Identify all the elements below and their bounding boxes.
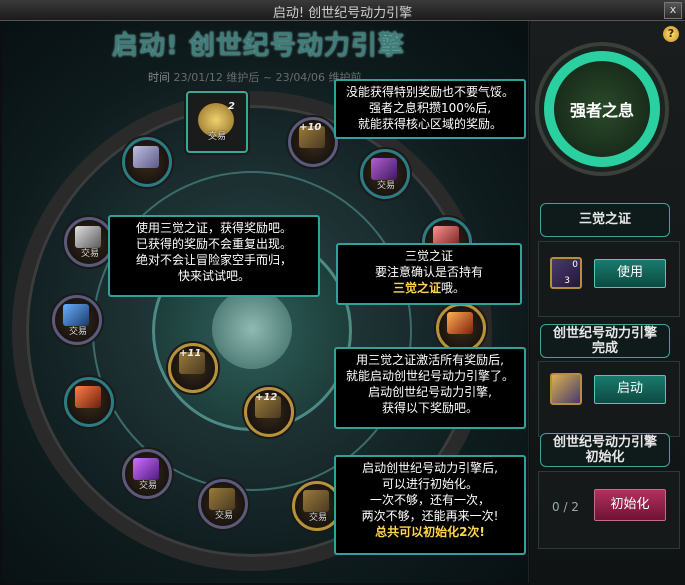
tip-text: 哦。 [441, 281, 466, 295]
trade-label: 交易 [215, 511, 234, 521]
trade-label: 交易 [69, 327, 88, 337]
tip-highlight: 总共可以初始化2次! [375, 525, 485, 539]
tip-line: 已获得的奖励不会重复出现。 [135, 237, 292, 251]
reward-box-icon [209, 488, 235, 510]
use-button[interactable]: 使用 [594, 259, 666, 288]
tip-line: 就能获得核心区域的奖励。 [357, 117, 502, 131]
complete-title-line: 创世纪号动力引擎 [552, 326, 657, 341]
sidebar: ? 强者之息 三觉之证 0 3 使用 创世纪号动力引擎 完成 启动 创世纪号动力… [530, 21, 685, 585]
item-badge: 0 [572, 260, 578, 270]
reset-button[interactable]: 初始化 [594, 489, 666, 521]
trade-label: 交易 [377, 181, 396, 191]
reset-title-line: 初始化 [585, 450, 625, 465]
scroll-icon [133, 146, 159, 168]
reward-node-3[interactable]: 交易 [360, 149, 410, 199]
reset-panel-title: 创世纪号动力引擎 初始化 [540, 433, 670, 467]
tip-line: 两次不够，还能再来一次! [361, 509, 499, 523]
reward-node-8[interactable]: +11 [168, 343, 218, 393]
tip-line: 一次不够，还有一次， [369, 493, 490, 507]
reward-node-2[interactable]: +10 [288, 117, 338, 167]
tip-line: 可以进行初始化。 [381, 477, 478, 491]
reward-node-11[interactable]: 交易 [122, 449, 172, 499]
upgrade-plus-label: +10 [299, 122, 322, 133]
reward-node-top[interactable]: 2 交易 [186, 91, 248, 153]
time-label: 时间 [148, 71, 170, 84]
proof-item-slot[interactable]: 0 3 [550, 257, 582, 289]
tip-line: 强者之息积攒100%后, [368, 101, 492, 115]
tip-line: 使用三觉之证，获得奖励吧。 [135, 221, 292, 235]
complete-title-line: 完成 [591, 341, 618, 356]
trade-label: 交易 [309, 513, 328, 523]
reward-node-6[interactable]: 交易 [52, 295, 102, 345]
start-button[interactable]: 启动 [594, 375, 666, 404]
proof-panel-title: 三觉之证 [540, 203, 670, 237]
reward-node-4[interactable]: 交易 [64, 217, 114, 267]
reward-count: 2 [228, 101, 235, 112]
tip-line: 三觉之证哦。 [344, 280, 514, 296]
tooltip-activate: 用三觉之证激活所有奖励后, 就能启动创世纪号动力引擎了。 启动创世纪号动力引擎,… [334, 347, 526, 429]
proof-title: 三觉之证 [578, 212, 631, 227]
tip-line: 就能启动创世纪号动力引擎了。 [345, 369, 514, 383]
reward-node-7[interactable] [436, 303, 486, 353]
tooltip-use-proof: 使用三觉之证，获得奖励吧。 已获得的奖励不会重复出现。 绝对不会让冒险家空手而归… [108, 215, 320, 297]
flame-icon [447, 312, 473, 334]
tip-line: 三觉之证 [404, 249, 453, 263]
reward-box-icon [303, 490, 329, 512]
reward-node-1[interactable] [122, 137, 172, 187]
upgrade-plus-label: +12 [255, 392, 278, 403]
trade-label: 交易 [139, 481, 158, 491]
trade-label: 交易 [81, 249, 100, 259]
upgrade-plus-label: +11 [179, 348, 202, 359]
tip-line: 用三觉之证激活所有奖励后, [356, 353, 504, 367]
close-button[interactable]: x [664, 2, 682, 19]
core-orb [212, 289, 292, 369]
tip-line: 绝对不会让冒险家空手而归， [135, 253, 292, 267]
tip-highlight: 三觉之证 [392, 281, 441, 295]
gauge-label: 强者之息 [569, 101, 634, 120]
tip-line: 启动创世纪号动力引擎后, [362, 461, 498, 475]
tip-line: 启动创世纪号动力引擎, [368, 385, 492, 399]
reset-title-line: 创世纪号动力引擎 [552, 435, 657, 450]
help-icon[interactable]: ? [663, 26, 679, 42]
window-titlebar: 启动! 创世纪号动力引擎 x [0, 0, 685, 21]
reward-node-10[interactable] [64, 377, 114, 427]
trade-label: 交易 [208, 132, 227, 142]
window-title: 启动! 创世纪号动力引擎 [272, 6, 413, 21]
item-count: 3 [564, 276, 570, 286]
tooltip-core-reward: 没能获得特别奖励也不要气馁。 强者之息积攒100%后, 就能获得核心区域的奖励。 [334, 79, 526, 139]
blade-icon [63, 304, 89, 326]
tip-line: 快来试试吧。 [177, 269, 250, 283]
chest-icon [75, 386, 101, 408]
gem-icon [371, 158, 397, 180]
event-heading: 启动! 创世纪号动力引擎 [112, 31, 405, 61]
reward-node-12[interactable]: 交易 [198, 479, 248, 529]
tip-line: 没能获得特别奖励也不要气馁。 [345, 85, 514, 99]
potion-icon [133, 458, 159, 480]
strength-gauge[interactable]: 强者之息 [544, 51, 660, 167]
reward-node-9[interactable]: +12 [244, 387, 294, 437]
reset-counter: 0 / 2 [552, 500, 579, 514]
sword-icon [75, 226, 101, 248]
event-time: 时间 23/01/12 维护后 ~ 23/04/06 维护前 [148, 69, 362, 85]
tip-line: 要注意确认是否持有 [374, 265, 483, 279]
tooltip-reset: 启动创世纪号动力引擎后, 可以进行初始化。 一次不够，还有一次， 两次不够，还能… [334, 455, 526, 555]
tooltip-proof-check: 三觉之证 要注意确认是否持有 三觉之证哦。 [336, 243, 522, 305]
tip-line: 获得以下奖励吧。 [381, 401, 478, 415]
complete-panel-title: 创世纪号动力引擎 完成 [540, 324, 670, 358]
engine-board: 启动! 创世纪号动力引擎 时间 23/01/12 维护后 ~ 23/04/06 … [2, 21, 529, 583]
engine-item-slot[interactable] [550, 373, 582, 405]
